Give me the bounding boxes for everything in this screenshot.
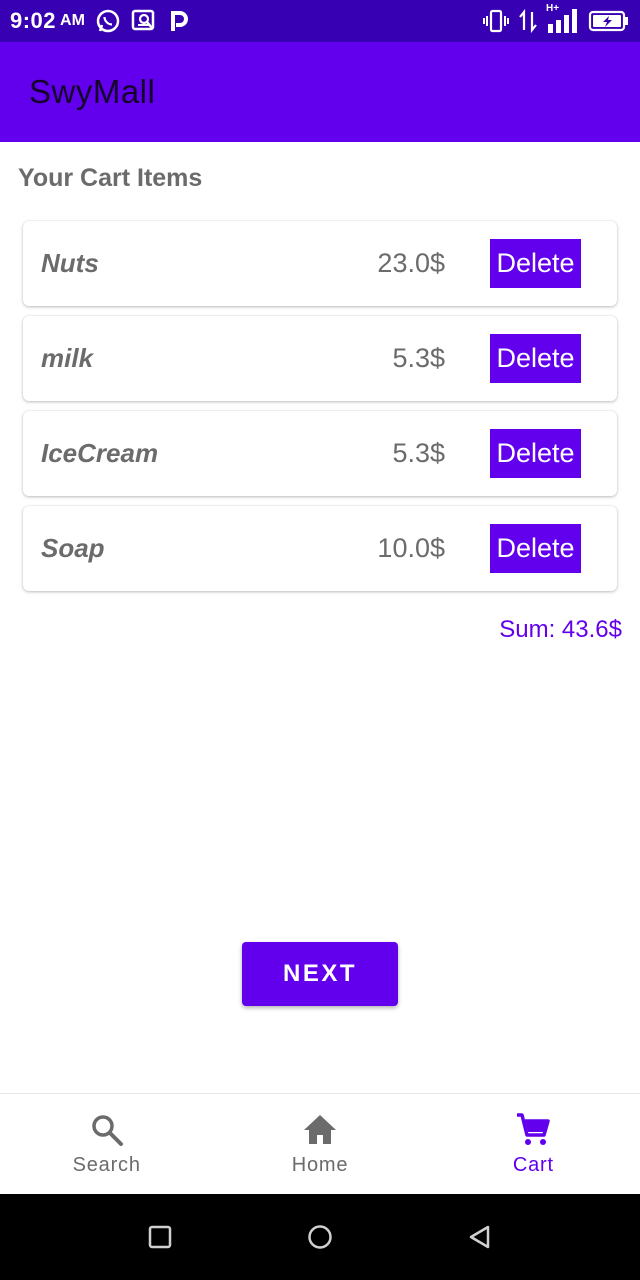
cart-item-name: milk	[41, 343, 94, 373]
home-circle-icon[interactable]	[307, 1224, 333, 1250]
status-ampm: AM	[60, 12, 85, 29]
cart-item-card: milk 5.3$ Delete	[23, 316, 617, 401]
app-bar: SwyMall	[0, 42, 640, 142]
nav-item-cart[interactable]: Cart	[427, 1094, 640, 1194]
back-icon[interactable]	[467, 1224, 493, 1250]
cart-items-list: Nuts 23.0$ Delete milk 5.3$ Delete IceCr…	[23, 221, 617, 601]
next-button[interactable]: NEXT	[242, 942, 398, 1006]
cart-item-name: Nuts	[41, 248, 99, 278]
bottom-navigation: Search Home Cart	[0, 1093, 640, 1194]
nav-label-home: Home	[291, 1153, 349, 1176]
nav-item-search[interactable]: Search	[0, 1094, 213, 1194]
p-app-icon	[169, 8, 189, 34]
cart-item-name: Soap	[41, 533, 105, 563]
signal-hplus-icon: H+	[546, 3, 580, 35]
status-time: 9:02	[10, 8, 57, 33]
delete-button[interactable]: Delete	[490, 524, 581, 573]
cart-icon	[515, 1112, 551, 1148]
system-navigation-bar	[0, 1194, 640, 1280]
delete-button[interactable]: Delete	[490, 334, 581, 383]
delete-button[interactable]: Delete	[490, 239, 581, 288]
home-icon	[302, 1112, 338, 1148]
nav-label-cart: Cart	[512, 1153, 554, 1176]
cart-item-price: 10.0$	[377, 533, 445, 563]
cart-item-name: IceCream	[41, 438, 159, 468]
delete-button[interactable]: Delete	[490, 429, 581, 478]
cart-item-card: Soap 10.0$ Delete	[23, 506, 617, 591]
cart-item-card: IceCream 5.3$ Delete	[23, 411, 617, 496]
network-type-label: H+	[546, 3, 560, 14]
battery-charging-icon	[588, 9, 630, 33]
status-system-icons: H+	[482, 3, 630, 35]
cart-item-price: 23.0$	[377, 248, 445, 278]
search-icon	[89, 1112, 125, 1148]
cart-item-card: Nuts 23.0$ Delete	[23, 221, 617, 306]
status-notification-icons	[95, 8, 189, 34]
app-title: SwyMall	[29, 73, 156, 110]
cart-sum: Sum: 43.6$	[499, 616, 622, 643]
nav-label-search: Search	[72, 1153, 141, 1176]
recents-icon[interactable]	[147, 1224, 173, 1250]
cart-item-price: 5.3$	[392, 343, 445, 373]
cart-item-price: 5.3$	[392, 438, 445, 468]
app-notification-icon	[131, 8, 159, 34]
nav-item-home[interactable]: Home	[213, 1094, 426, 1194]
cart-section-title: Your Cart Items	[18, 164, 203, 192]
data-arrows-icon	[518, 8, 538, 34]
status-bar: 9:02 AM H+	[0, 0, 640, 42]
vibrate-icon	[482, 8, 510, 34]
whatsapp-icon	[95, 8, 121, 34]
